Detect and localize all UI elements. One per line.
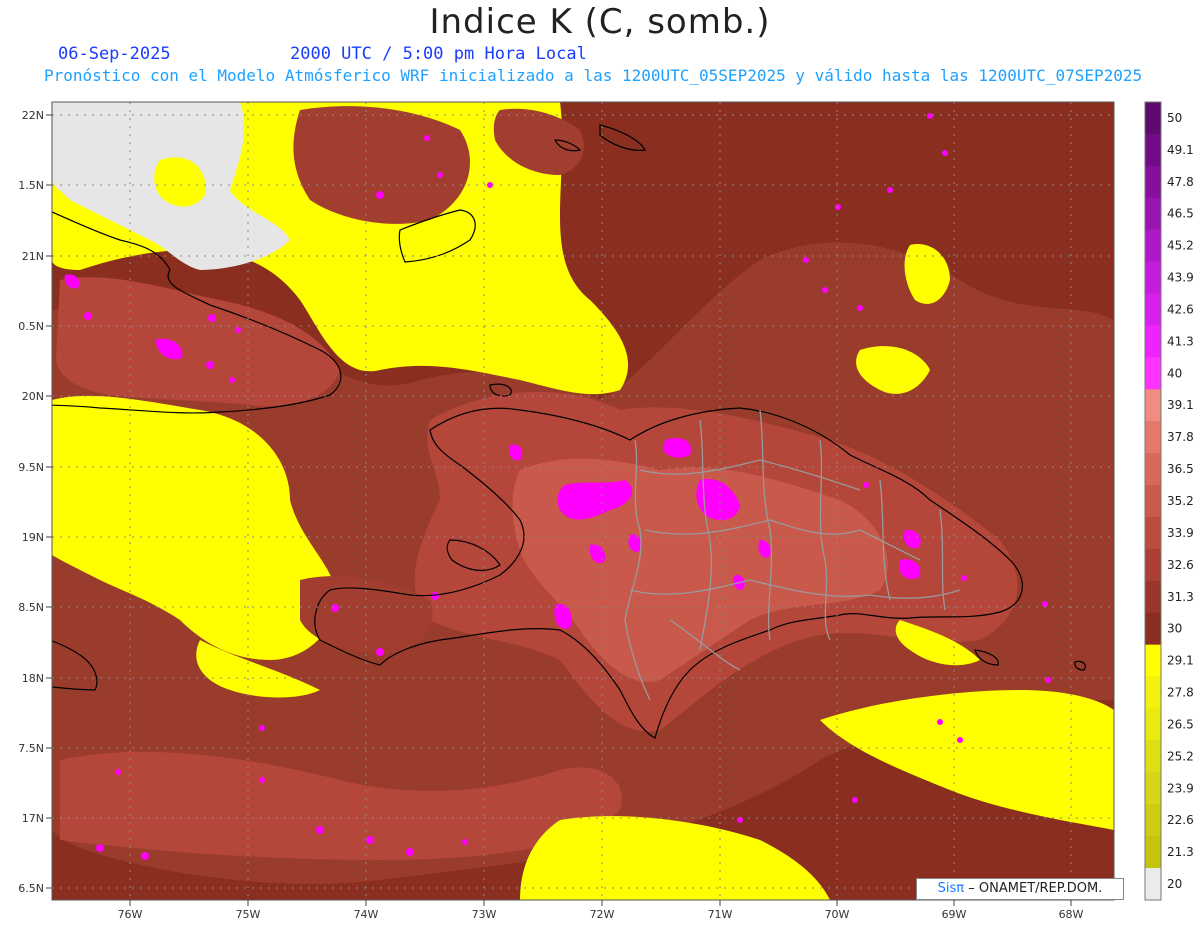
colorbar-swatch	[1145, 229, 1161, 263]
colorbar-label: 39.1	[1167, 398, 1194, 412]
colorbar-swatch	[1145, 612, 1161, 646]
lon-label: 73W	[472, 908, 497, 921]
lat-label: 0.5N	[18, 320, 44, 333]
colorbar-swatch	[1145, 102, 1161, 135]
colorbar-swatch	[1145, 708, 1161, 741]
colorbar-swatch	[1145, 357, 1161, 390]
lon-label: 68W	[1059, 908, 1084, 921]
lon-label: 70W	[825, 908, 850, 921]
lon-label: 74W	[354, 908, 379, 921]
colorbar-swatch	[1145, 548, 1161, 582]
colorbar-swatch	[1145, 676, 1161, 709]
lon-label: 69W	[942, 908, 967, 921]
colorbar-label: 27.8	[1167, 686, 1194, 700]
lat-label: 18N	[22, 672, 44, 685]
colorbar-swatch	[1145, 261, 1161, 295]
lat-label: 1.5N	[18, 179, 44, 192]
colorbar-label: 36.5	[1167, 462, 1194, 476]
colorbar-swatch	[1145, 772, 1161, 805]
colorbar-swatch	[1145, 453, 1161, 486]
colorbar: 50 49.1 47.8 46.5 45.2 43.9 42.6 41.3 40 39.1 37.8…	[1144, 101, 1194, 901]
colorbar-label: 43.9	[1167, 271, 1194, 285]
colorbar-swatch	[1145, 133, 1161, 167]
colorbar-swatch	[1145, 197, 1161, 231]
colorbar-label: 42.6	[1167, 302, 1194, 316]
lat-label: 19N	[22, 531, 44, 544]
colorbar-swatch	[1145, 165, 1161, 199]
colorbar-swatch	[1145, 644, 1161, 678]
colorbar-label: 31.3	[1167, 590, 1194, 604]
map-plot	[52, 102, 1114, 900]
colorbar-swatch	[1145, 325, 1161, 358]
colorbar-label: 20	[1167, 877, 1182, 891]
lat-label: 20N	[22, 390, 44, 403]
colorbar-swatch	[1145, 836, 1161, 869]
lat-label: 6.5N	[18, 882, 44, 895]
colorbar-swatch	[1145, 421, 1161, 454]
colorbar-label: 50	[1167, 111, 1182, 125]
lat-label: 9.5N	[18, 461, 44, 474]
colorbar-label: 22.6	[1167, 813, 1194, 827]
colorbar-label: 32.6	[1167, 558, 1194, 572]
colorbar-label: 49.1	[1167, 143, 1194, 157]
lon-label: 75W	[236, 908, 261, 921]
colorbar-swatch	[1145, 740, 1161, 773]
lon-axis: 76W 75W 74W 73W 72W 71W 70W 69W 68W	[118, 900, 1084, 921]
credit-brand: Sisπ	[937, 881, 965, 896]
colorbar-label: 35.2	[1167, 494, 1194, 508]
credit-org: – ONAMET/REP.DOM.	[968, 881, 1103, 896]
lon-label: 71W	[708, 908, 733, 921]
colorbar-label: 40	[1167, 366, 1182, 380]
colorbar-swatch	[1145, 485, 1161, 518]
colorbar-swatch	[1145, 516, 1161, 550]
colorbar-label: 30	[1167, 622, 1182, 636]
lat-label: 22N	[22, 109, 44, 122]
colorbar-swatch	[1145, 868, 1161, 901]
map-figure: 22N 1.5N 21N 0.5N 20N 9.5N 19N 8.5N 18N …	[18, 101, 1194, 921]
colorbar-swatch	[1145, 804, 1161, 837]
lat-label: 8.5N	[18, 601, 44, 614]
colorbar-label: 25.2	[1167, 749, 1194, 763]
colorbar-swatch	[1145, 580, 1161, 614]
lat-axis: 22N 1.5N 21N 0.5N 20N 9.5N 19N 8.5N 18N …	[18, 109, 52, 895]
lat-label: 17N	[22, 812, 44, 825]
lon-label: 72W	[590, 908, 615, 921]
colorbar-label: 41.3	[1167, 334, 1194, 348]
colorbar-label: 46.5	[1167, 207, 1194, 221]
colorbar-label: 47.8	[1167, 175, 1194, 189]
colorbar-label: 29.1	[1167, 654, 1194, 668]
credit-box: Sisπ – ONAMET/REP.DOM.	[916, 878, 1124, 900]
colorbar-label: 23.9	[1167, 781, 1194, 795]
lat-label: 7.5N	[18, 742, 44, 755]
colorbar-label: 45.2	[1167, 239, 1194, 253]
colorbar-label: 21.3	[1167, 845, 1194, 859]
colorbar-label: 26.5	[1167, 717, 1194, 731]
lat-label: 21N	[22, 250, 44, 263]
lon-label: 76W	[118, 908, 143, 921]
colorbar-label: 33.9	[1167, 526, 1194, 540]
colorbar-swatch	[1145, 293, 1161, 326]
colorbar-label: 37.8	[1167, 430, 1194, 444]
colorbar-swatch	[1145, 389, 1161, 422]
